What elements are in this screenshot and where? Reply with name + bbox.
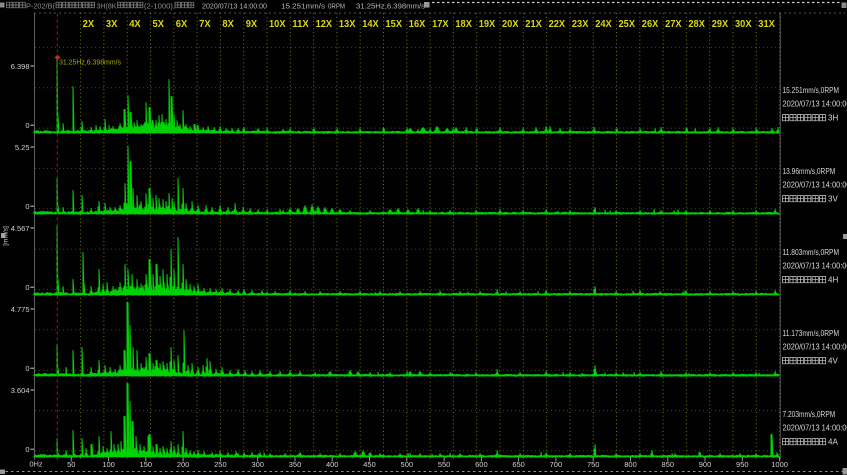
svg-text:8X: 8X — [222, 19, 234, 30]
svg-text:4.775: 4.775 — [11, 305, 30, 314]
svg-text:9X: 9X — [246, 19, 258, 30]
svg-text:5.25: 5.25 — [15, 143, 30, 152]
svg-text:11.803mm/s,0RPM: 11.803mm/s,0RPM — [783, 248, 840, 257]
svg-text:30X: 30X — [735, 19, 752, 30]
svg-text:3H: 3H — [828, 114, 838, 123]
svg-text:2X: 2X — [83, 19, 95, 30]
svg-text:800: 800 — [624, 460, 637, 469]
svg-text:P-202/B(: P-202/B( — [26, 2, 55, 11]
svg-text:400: 400 — [326, 460, 339, 469]
svg-text:250: 250 — [214, 460, 227, 469]
svg-text:0: 0 — [25, 445, 29, 454]
svg-text:18X: 18X — [455, 19, 472, 30]
svg-text:450: 450 — [363, 460, 376, 469]
svg-text:6X: 6X — [176, 19, 188, 30]
svg-text:26X: 26X — [642, 19, 659, 30]
svg-text:11X: 11X — [292, 19, 309, 30]
svg-text:2020/07/13 14:00:00: 2020/07/13 14:00:00 — [783, 262, 847, 271]
svg-text:24X: 24X — [595, 19, 612, 30]
svg-text:20X: 20X — [502, 19, 519, 30]
svg-text:4.567: 4.567 — [11, 224, 30, 233]
svg-text:7.203mm/s,0RPM: 7.203mm/s,0RPM — [783, 410, 836, 419]
svg-text:2020/07/13 14:00:00: 2020/07/13 14:00:00 — [202, 2, 267, 11]
svg-text:15.251mm/s,0RPM: 15.251mm/s,0RPM — [783, 86, 840, 95]
svg-text:16X: 16X — [409, 19, 426, 30]
svg-text:25X: 25X — [619, 19, 636, 30]
svg-text:50: 50 — [67, 460, 75, 469]
svg-text:2020/07/13 14:00:00: 2020/07/13 14:00:00 — [783, 424, 847, 433]
svg-text:500: 500 — [401, 460, 414, 469]
svg-text:850: 850 — [662, 460, 675, 469]
svg-text:28X: 28X — [688, 19, 705, 30]
svg-text:0: 0 — [25, 364, 29, 373]
svg-text:5X: 5X — [153, 19, 165, 30]
svg-text:3X: 3X — [106, 19, 118, 30]
svg-text:0: 0 — [25, 202, 29, 211]
svg-text:6.398: 6.398 — [11, 62, 30, 71]
svg-text:23X: 23X — [572, 19, 589, 30]
svg-text:550: 550 — [438, 460, 451, 469]
svg-text:3H(8K: 3H(8K — [97, 2, 117, 11]
svg-text:750: 750 — [587, 460, 600, 469]
svg-text:4X: 4X — [129, 19, 141, 30]
svg-text:2020/07/13 14:00:00: 2020/07/13 14:00:00 — [783, 181, 847, 190]
svg-text:4A: 4A — [828, 438, 838, 447]
svg-text:11.173mm/s,0RPM: 11.173mm/s,0RPM — [783, 329, 840, 338]
svg-text:0Hz: 0Hz — [29, 460, 43, 469]
svg-text:650: 650 — [512, 460, 525, 469]
svg-text:19X: 19X — [479, 19, 496, 30]
svg-text:4V: 4V — [828, 357, 838, 366]
svg-text:350: 350 — [289, 460, 302, 469]
svg-text:150: 150 — [140, 460, 153, 469]
svg-text:0RPM: 0RPM — [328, 2, 345, 11]
svg-text:15X: 15X — [386, 19, 403, 30]
svg-text:4H: 4H — [828, 276, 838, 285]
svg-text:900: 900 — [699, 460, 712, 469]
svg-text:(2-1000),: (2-1000), — [144, 2, 175, 11]
svg-text:29X: 29X — [712, 19, 729, 30]
svg-text:3V: 3V — [828, 195, 838, 204]
svg-text:0: 0 — [25, 121, 29, 130]
svg-text:950: 950 — [736, 460, 749, 469]
svg-text:31X: 31X — [758, 19, 775, 30]
svg-text:100: 100 — [102, 460, 115, 469]
svg-text:1000: 1000 — [771, 460, 788, 469]
svg-text:700: 700 — [550, 460, 563, 469]
svg-text:21X: 21X — [525, 19, 542, 30]
svg-text:17X: 17X — [432, 19, 449, 30]
svg-text:2020/07/13 14:00:00: 2020/07/13 14:00:00 — [783, 100, 847, 109]
svg-text:12X: 12X — [316, 19, 333, 30]
svg-text:31.25Hz,6.398mm/s: 31.25Hz,6.398mm/s — [59, 58, 121, 67]
svg-text:300: 300 — [251, 460, 264, 469]
svg-text:27X: 27X — [665, 19, 682, 30]
svg-text:600: 600 — [475, 460, 488, 469]
svg-text:3.604: 3.604 — [11, 386, 30, 395]
svg-text:10X: 10X — [269, 19, 286, 30]
svg-text:13.96mm/s,0RPM: 13.96mm/s,0RPM — [783, 167, 836, 176]
svg-text:13X: 13X — [339, 19, 356, 30]
svg-text:0: 0 — [25, 283, 29, 292]
svg-text:2020/07/13 14:00:00: 2020/07/13 14:00:00 — [783, 343, 847, 352]
svg-text:14X: 14X — [362, 19, 379, 30]
svg-text:31.25Hz,6.398mm/s: 31.25Hz,6.398mm/s — [356, 2, 425, 11]
svg-text:15.251mm/s: 15.251mm/s — [281, 2, 325, 11]
svg-text:200: 200 — [177, 460, 190, 469]
svg-text:7X: 7X — [199, 19, 211, 30]
svg-text:22X: 22X — [549, 19, 566, 30]
